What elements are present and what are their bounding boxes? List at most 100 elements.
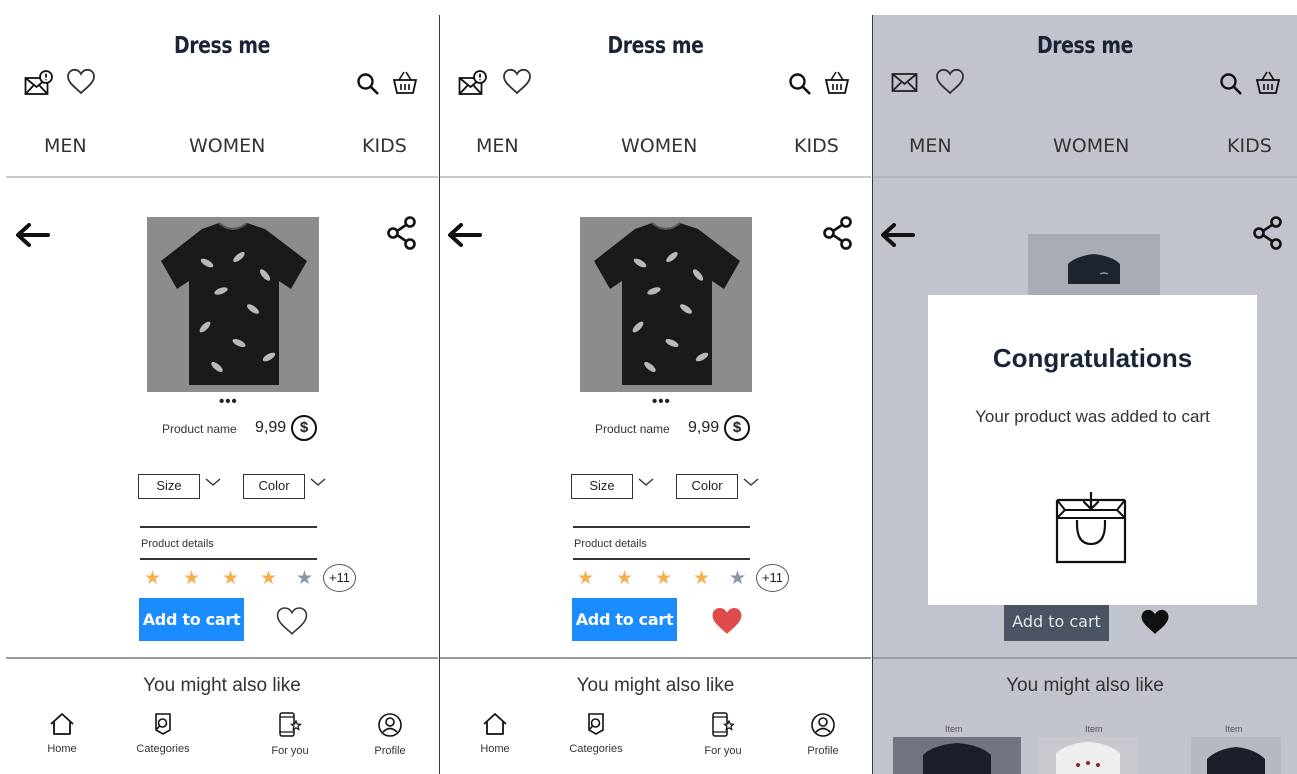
mail-alert-icon[interactable] (24, 70, 54, 96)
size-select[interactable]: Size (571, 474, 633, 499)
chevron-down-icon[interactable] (742, 473, 760, 491)
item-label: Item (945, 724, 963, 734)
search-icon[interactable] (788, 72, 812, 96)
nav-women[interactable]: WOMEN (189, 135, 265, 157)
for-you-icon (279, 712, 302, 737)
tab-home[interactable]: Home (27, 712, 97, 755)
star-icon[interactable]: ★ (222, 567, 239, 590)
tab-for-you[interactable]: For you (255, 712, 325, 757)
basket-icon[interactable] (1255, 70, 1281, 95)
tab-profile-label: Profile (807, 745, 839, 757)
product-image[interactable] (580, 217, 752, 392)
product-name: Product name (595, 422, 670, 436)
share-icon[interactable] (1252, 216, 1284, 250)
review-count-badge[interactable]: +11 (323, 564, 356, 592)
nav-men[interactable]: MEN (476, 135, 519, 157)
tshirt-illustration (1068, 254, 1120, 284)
nav-women[interactable]: WOMEN (1053, 135, 1129, 157)
dollar-coin-icon: $ (724, 415, 750, 441)
tab-for-you[interactable]: For you (688, 712, 758, 757)
nav-kids[interactable]: KIDS (362, 135, 407, 157)
nav-divider (440, 176, 871, 178)
tab-for-you-label: For you (704, 745, 742, 757)
search-icon[interactable] (1219, 72, 1243, 96)
nav-kids[interactable]: KIDS (794, 135, 839, 157)
star-icon[interactable]: ★ (616, 567, 633, 590)
add-to-cart-button[interactable]: Add to cart (1004, 603, 1109, 641)
basket-icon[interactable] (824, 70, 850, 95)
heart-filled-icon[interactable] (1139, 608, 1171, 636)
mail-alert-icon[interactable] (458, 70, 488, 96)
recommended-item-thumbnail[interactable] (893, 737, 1021, 774)
profile-icon (378, 713, 402, 737)
section-divider (6, 657, 438, 659)
heart-icon[interactable] (502, 68, 532, 95)
details-bottom-line (140, 558, 317, 560)
star-icon[interactable]: ★ (144, 567, 161, 590)
add-to-cart-button[interactable]: Add to cart (572, 598, 677, 641)
for-you-icon (712, 712, 735, 737)
added-to-cart-modal: Congratulations Your product was added t… (928, 295, 1257, 605)
item-label: Item (1225, 724, 1243, 734)
nav-kids[interactable]: KIDS (1227, 135, 1272, 157)
product-details-link[interactable]: Product details (141, 538, 214, 550)
heart-icon[interactable] (935, 68, 965, 95)
app-title: Dress me (607, 33, 704, 59)
categories-icon (588, 713, 604, 735)
product-details-link[interactable]: Product details (574, 538, 647, 550)
search-icon[interactable] (356, 72, 380, 96)
tab-profile[interactable]: Profile (355, 712, 425, 757)
tshirt-illustration (161, 222, 307, 385)
categories-icon (155, 713, 171, 735)
nav-divider (6, 176, 438, 178)
share-icon[interactable] (822, 216, 854, 250)
color-select[interactable]: Color (676, 474, 738, 499)
color-select[interactable]: Color (243, 474, 305, 499)
product-name: Product name (162, 422, 237, 436)
star-icon[interactable]: ★ (260, 567, 277, 590)
tab-profile[interactable]: Profile (788, 712, 858, 757)
star-icon[interactable]: ★ (183, 567, 200, 590)
nav-divider (873, 176, 1297, 178)
tab-home-label: Home (480, 743, 510, 755)
section-divider (440, 657, 871, 659)
star-icon[interactable]: ★ (693, 567, 710, 590)
nav-men[interactable]: MEN (44, 135, 87, 157)
size-select[interactable]: Size (138, 474, 200, 499)
back-arrow-icon[interactable] (446, 223, 482, 247)
chevron-down-icon[interactable] (204, 473, 222, 491)
tab-categories[interactable]: Categories (561, 712, 631, 755)
star-icon[interactable]: ★ (655, 567, 672, 590)
star-icon[interactable]: ★ (729, 567, 746, 590)
mail-icon[interactable] (891, 72, 919, 94)
add-to-cart-button[interactable]: Add to cart (139, 598, 244, 641)
heart-icon[interactable] (66, 68, 96, 95)
app-title: Dress me (174, 33, 270, 59)
recommended-item-thumbnail[interactable] (1191, 737, 1281, 774)
nav-women[interactable]: WOMEN (621, 135, 697, 157)
tshirt-illustration (1207, 747, 1265, 774)
share-icon[interactable] (386, 216, 418, 250)
tab-categories-label: Categories (569, 743, 623, 755)
heart-filled-icon[interactable] (710, 606, 744, 636)
back-arrow-icon[interactable] (14, 223, 50, 247)
recommendations-heading: You might also like (576, 675, 735, 696)
review-count-badge[interactable]: +11 (756, 564, 789, 592)
chevron-down-icon[interactable] (637, 473, 655, 491)
basket-icon[interactable] (392, 70, 418, 95)
recommended-item-thumbnail[interactable] (1038, 737, 1138, 774)
tab-home[interactable]: Home (460, 712, 530, 755)
tab-categories[interactable]: Categories (128, 712, 198, 755)
chevron-down-icon[interactable] (309, 473, 327, 491)
carousel-indicator[interactable]: ••• (219, 393, 238, 410)
back-arrow-icon[interactable] (879, 223, 915, 247)
star-icon[interactable]: ★ (577, 567, 594, 590)
carousel-indicator[interactable]: ••• (652, 393, 671, 410)
nav-men[interactable]: MEN (909, 135, 952, 157)
tab-profile-label: Profile (374, 745, 406, 757)
heart-icon[interactable] (275, 606, 309, 636)
star-icon[interactable]: ★ (296, 567, 313, 590)
section-divider (873, 657, 1297, 659)
tab-categories-label: Categories (136, 743, 190, 755)
product-image[interactable] (147, 217, 319, 392)
